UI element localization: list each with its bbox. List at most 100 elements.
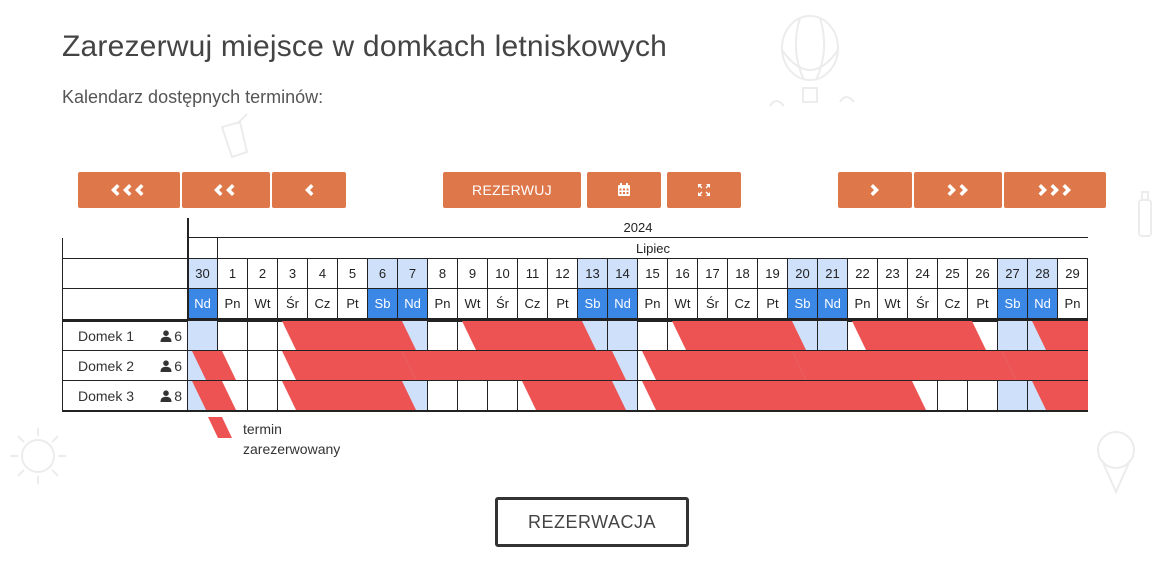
reserve-button[interactable]: REZERWUJ [443, 172, 581, 208]
weekday-name: Śr [698, 289, 728, 319]
day-number: 9 [458, 259, 488, 289]
prev-month-header-cell [188, 238, 218, 259]
booked-period[interactable] [402, 351, 626, 380]
cabin-bookings-overlay [192, 381, 1088, 410]
weekday-name: Pt [968, 289, 998, 319]
day-number: 30 [188, 259, 218, 289]
weekday-name: Wt [248, 289, 278, 319]
weekday-name: Nd [188, 289, 218, 319]
chevron-right-icon [870, 184, 879, 196]
day-number: 10 [488, 259, 518, 289]
booked-period[interactable] [462, 321, 596, 350]
day-number: 23 [878, 259, 908, 289]
weekday-name: Pn [1058, 289, 1088, 319]
weekday-name: Nd [1028, 289, 1058, 319]
day-number: 12 [548, 259, 578, 289]
cabin-bookings-overlay [192, 351, 1088, 380]
booked-legend-line-2: zarezerwowany [243, 441, 341, 457]
booked-period[interactable] [192, 381, 236, 410]
booked-period[interactable] [1002, 351, 1088, 380]
double-chevron-left-icon [214, 184, 235, 196]
calendar-year: 2024 [188, 218, 1088, 238]
triple-chevron-right-icon [1038, 184, 1071, 196]
weekday-name: Wt [668, 289, 698, 319]
day-number: 25 [938, 259, 968, 289]
booked-period[interactable] [1032, 381, 1088, 410]
day-number: 29 [1058, 259, 1088, 289]
day-number: 26 [968, 259, 998, 289]
weekday-name: Wt [878, 289, 908, 319]
weekday-name: Śr [908, 289, 938, 319]
double-chevron-right-icon [947, 184, 968, 196]
weekday-name: Cz [518, 289, 548, 319]
weekday-name: Śr [488, 289, 518, 319]
reserve-button-label: REZERWUJ [472, 182, 552, 198]
cabin-bookings-overlay [282, 321, 1088, 350]
day-number: 28 [1028, 259, 1058, 289]
day-number: 3 [278, 259, 308, 289]
day-number: 6 [368, 259, 398, 289]
next-three-months-button[interactable] [1004, 172, 1106, 208]
booked-legend-label: termin zarezerwowany [243, 419, 340, 459]
next-month-button[interactable] [838, 172, 912, 208]
next-two-months-button[interactable] [914, 172, 1002, 208]
sun-icon [10, 428, 66, 484]
day-number: 16 [668, 259, 698, 289]
weekday-name: Pn [218, 289, 248, 319]
day-number: 11 [518, 259, 548, 289]
day-number: 18 [728, 259, 758, 289]
reservation-button[interactable]: REZERWACJA [495, 497, 689, 547]
header-blank [62, 238, 188, 259]
day-number: 13 [578, 259, 608, 289]
day-number: 7 [398, 259, 428, 289]
weekday-name: Śr [278, 289, 308, 319]
page-subtitle: Kalendarz dostępnych terminów: [62, 87, 324, 107]
prev-month-button[interactable] [272, 172, 346, 208]
weekday-name: Nd [398, 289, 428, 319]
day-number: 17 [698, 259, 728, 289]
booked-period[interactable] [282, 321, 416, 350]
drink-icon [220, 113, 249, 159]
weekday-name: Sb [578, 289, 608, 319]
booked-legend-line-1: termin [243, 421, 282, 437]
weekday-name: Sb [368, 289, 398, 319]
weekday-name: Nd [818, 289, 848, 319]
weekday-name: Pt [758, 289, 788, 319]
prev-three-months-button[interactable] [78, 172, 180, 208]
chevron-left-icon [305, 184, 314, 196]
fullscreen-button[interactable] [667, 172, 741, 208]
ice-cream-icon [1097, 431, 1135, 495]
day-number: 4 [308, 259, 338, 289]
weekday-name: Pn [848, 289, 878, 319]
booked-period[interactable] [642, 381, 926, 410]
day-number: 14 [608, 259, 638, 289]
day-number: 2 [248, 259, 278, 289]
day-number: 1 [218, 259, 248, 289]
day-number: 8 [428, 259, 458, 289]
booked-period[interactable] [792, 351, 1016, 380]
triple-chevron-left-icon [111, 184, 144, 196]
calendar-picker-button[interactable] [587, 172, 661, 208]
day-number: 22 [848, 259, 878, 289]
booked-period[interactable] [672, 321, 806, 350]
day-number: 20 [788, 259, 818, 289]
booked-period[interactable] [1032, 321, 1088, 350]
prev-two-months-button[interactable] [182, 172, 270, 208]
weekday-name: Sb [788, 289, 818, 319]
weekday-name: Pn [428, 289, 458, 319]
day-number: 15 [638, 259, 668, 289]
page-title: Zarezerwuj miejsce w domkach letniskowyc… [62, 30, 668, 63]
day-number: 19 [758, 259, 788, 289]
booked-period[interactable] [642, 351, 806, 380]
booked-period[interactable] [522, 381, 626, 410]
booked-period[interactable] [282, 381, 416, 410]
weekday-name: Wt [458, 289, 488, 319]
header-blank [62, 259, 188, 289]
weekday-name: Sb [998, 289, 1028, 319]
booked-period[interactable] [282, 351, 416, 380]
bottle-icon [1138, 191, 1152, 237]
booked-period[interactable] [192, 351, 236, 380]
weekday-name: Pt [338, 289, 368, 319]
booked-period[interactable] [852, 321, 986, 350]
fullscreen-icon [698, 184, 710, 196]
